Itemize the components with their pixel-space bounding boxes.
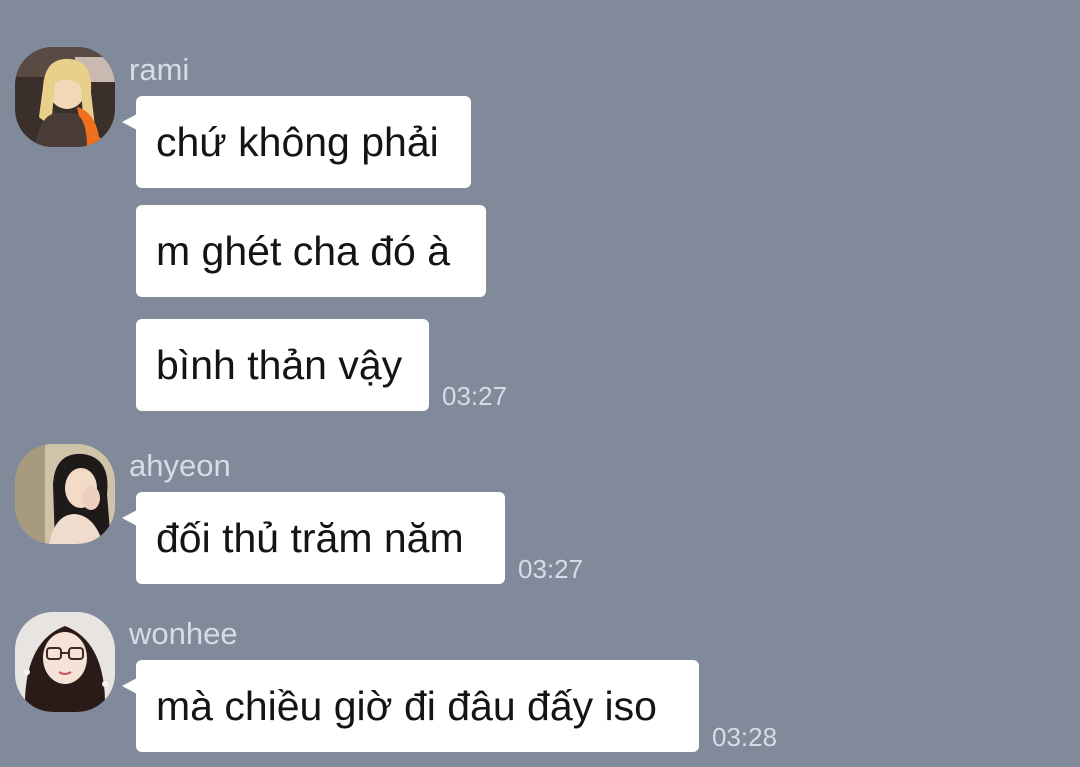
message-text: mà chiều giờ đi đâu đấy iso — [156, 683, 657, 729]
sender-name: rami — [129, 52, 190, 87]
sender-name: ahyeon — [129, 448, 231, 483]
avatar-wonhee[interactable] — [15, 612, 115, 712]
bubble-tail — [122, 678, 137, 694]
message-text: đối thủ trăm năm — [156, 515, 464, 561]
message-timestamp: 03:28 — [712, 722, 778, 752]
message-bubble[interactable]: bình thản vậy — [136, 319, 429, 411]
avatar-ahyeon-photo — [15, 444, 115, 544]
message-bubble[interactable]: mà chiều giờ đi đâu đấy iso — [122, 660, 699, 752]
avatar-ahyeon[interactable] — [15, 444, 115, 544]
message-bubble[interactable]: m ghét cha đó à — [136, 205, 486, 297]
message-text: chứ không phải — [156, 119, 439, 165]
message-timestamp: 03:27 — [442, 381, 508, 411]
bubble-tail — [122, 510, 137, 526]
message-text: m ghét cha đó à — [156, 228, 451, 274]
sender-name: wonhee — [129, 616, 238, 651]
avatar-rami-photo — [15, 47, 115, 147]
message-text: bình thản vậy — [156, 342, 403, 388]
message-timestamp: 03:27 — [518, 554, 584, 584]
message-bubble[interactable]: chứ không phải — [122, 96, 471, 188]
avatar-wonhee-photo — [15, 612, 115, 712]
chat-message-list[interactable]: rami chứ không phải m ghét cha đó à bình… — [0, 0, 1080, 767]
avatar-rami[interactable] — [15, 47, 115, 147]
bubble-tail — [122, 114, 137, 130]
message-bubble[interactable]: đối thủ trăm năm — [122, 492, 505, 584]
